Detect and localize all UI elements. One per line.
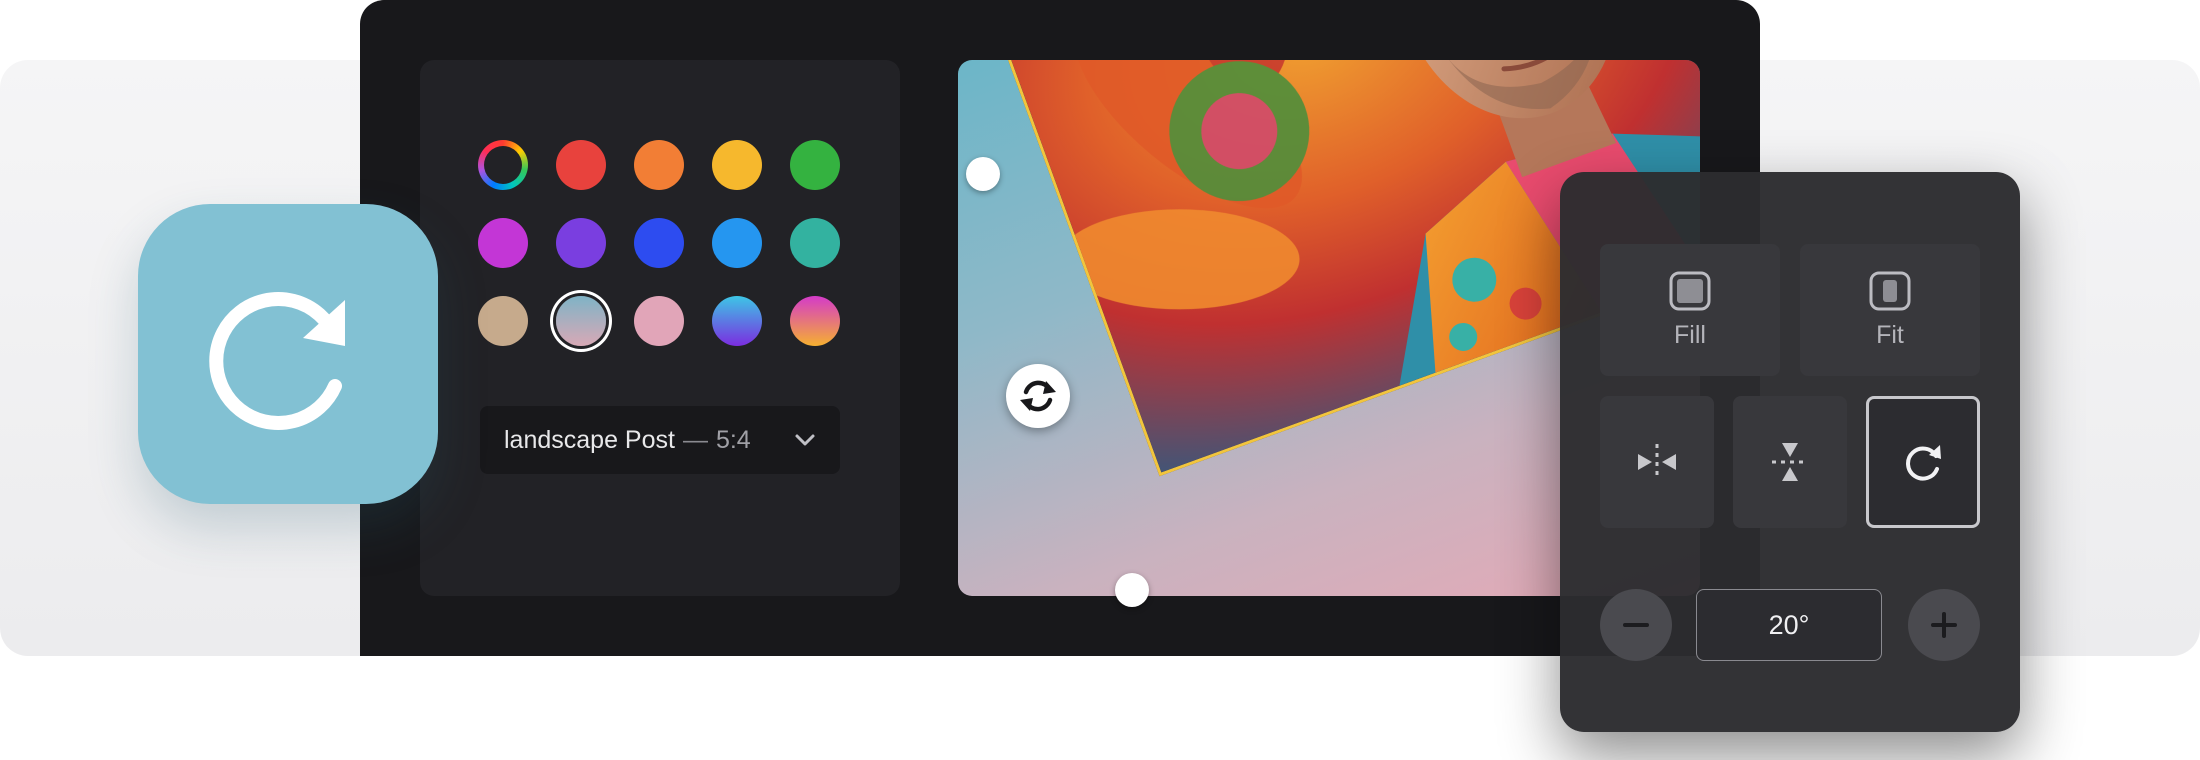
color-swatch-sky[interactable] xyxy=(712,218,762,268)
rotate-clockwise-icon xyxy=(209,292,345,430)
fill-icon xyxy=(1669,271,1711,310)
decrease-angle-button[interactable] xyxy=(1600,589,1672,661)
flip-vertical-icon xyxy=(1772,443,1808,481)
background-panel: landscape Post — 5:4 xyxy=(420,60,900,596)
rotate-clockwise-icon xyxy=(1906,445,1941,481)
rotate-handle[interactable] xyxy=(1006,364,1070,428)
angle-input[interactable]: 20° xyxy=(1696,589,1882,661)
fill-button[interactable]: Fill xyxy=(1600,244,1780,376)
color-swatch-pink-orange-gradient[interactable] xyxy=(790,296,840,346)
rotate-sync-icon xyxy=(1020,380,1056,412)
format-name: landscape Post xyxy=(504,425,675,454)
color-swatch-custom-picker[interactable] xyxy=(478,140,528,190)
color-swatches xyxy=(478,140,840,346)
flip-horizontal-button[interactable] xyxy=(1600,396,1714,528)
color-swatch-red[interactable] xyxy=(556,140,606,190)
color-swatch-teal[interactable] xyxy=(790,218,840,268)
color-swatch-green[interactable] xyxy=(790,140,840,190)
fit-label: Fit xyxy=(1876,320,1904,349)
transform-tools-panel: Fill Fit 20° xyxy=(1560,172,2020,732)
crop-corner-handle-bottom-left[interactable] xyxy=(1115,573,1149,607)
app-icon-tile xyxy=(138,204,438,504)
fit-icon xyxy=(1869,271,1911,310)
chevron-down-icon xyxy=(794,433,816,447)
format-ratio: 5:4 xyxy=(715,425,751,454)
flip-vertical-button[interactable] xyxy=(1733,396,1847,528)
format-separator: — xyxy=(682,425,708,454)
color-swatch-violet[interactable] xyxy=(556,218,606,268)
increase-angle-button[interactable] xyxy=(1908,589,1980,661)
color-swatch-magenta[interactable] xyxy=(478,218,528,268)
fill-label: Fill xyxy=(1674,320,1706,349)
color-swatch-blue[interactable] xyxy=(634,218,684,268)
editor-window: landscape Post — 5:4 xyxy=(360,0,1760,656)
plus-icon xyxy=(1931,612,1957,638)
color-swatch-sand[interactable] xyxy=(478,296,528,346)
minus-icon xyxy=(1623,623,1649,627)
crop-corner-handle-top-left[interactable] xyxy=(966,157,1000,191)
color-swatch-blue-violet-gradient[interactable] xyxy=(712,296,762,346)
color-swatch-orange[interactable] xyxy=(634,140,684,190)
flip-horizontal-icon xyxy=(1638,444,1676,480)
color-swatch-blue-pink-gradient[interactable] xyxy=(556,296,606,346)
color-swatch-pink[interactable] xyxy=(634,296,684,346)
fit-button[interactable]: Fit xyxy=(1800,244,1980,376)
format-dropdown[interactable]: landscape Post — 5:4 xyxy=(480,406,840,474)
rotate-button[interactable] xyxy=(1866,396,1980,528)
color-swatch-yellow[interactable] xyxy=(712,140,762,190)
